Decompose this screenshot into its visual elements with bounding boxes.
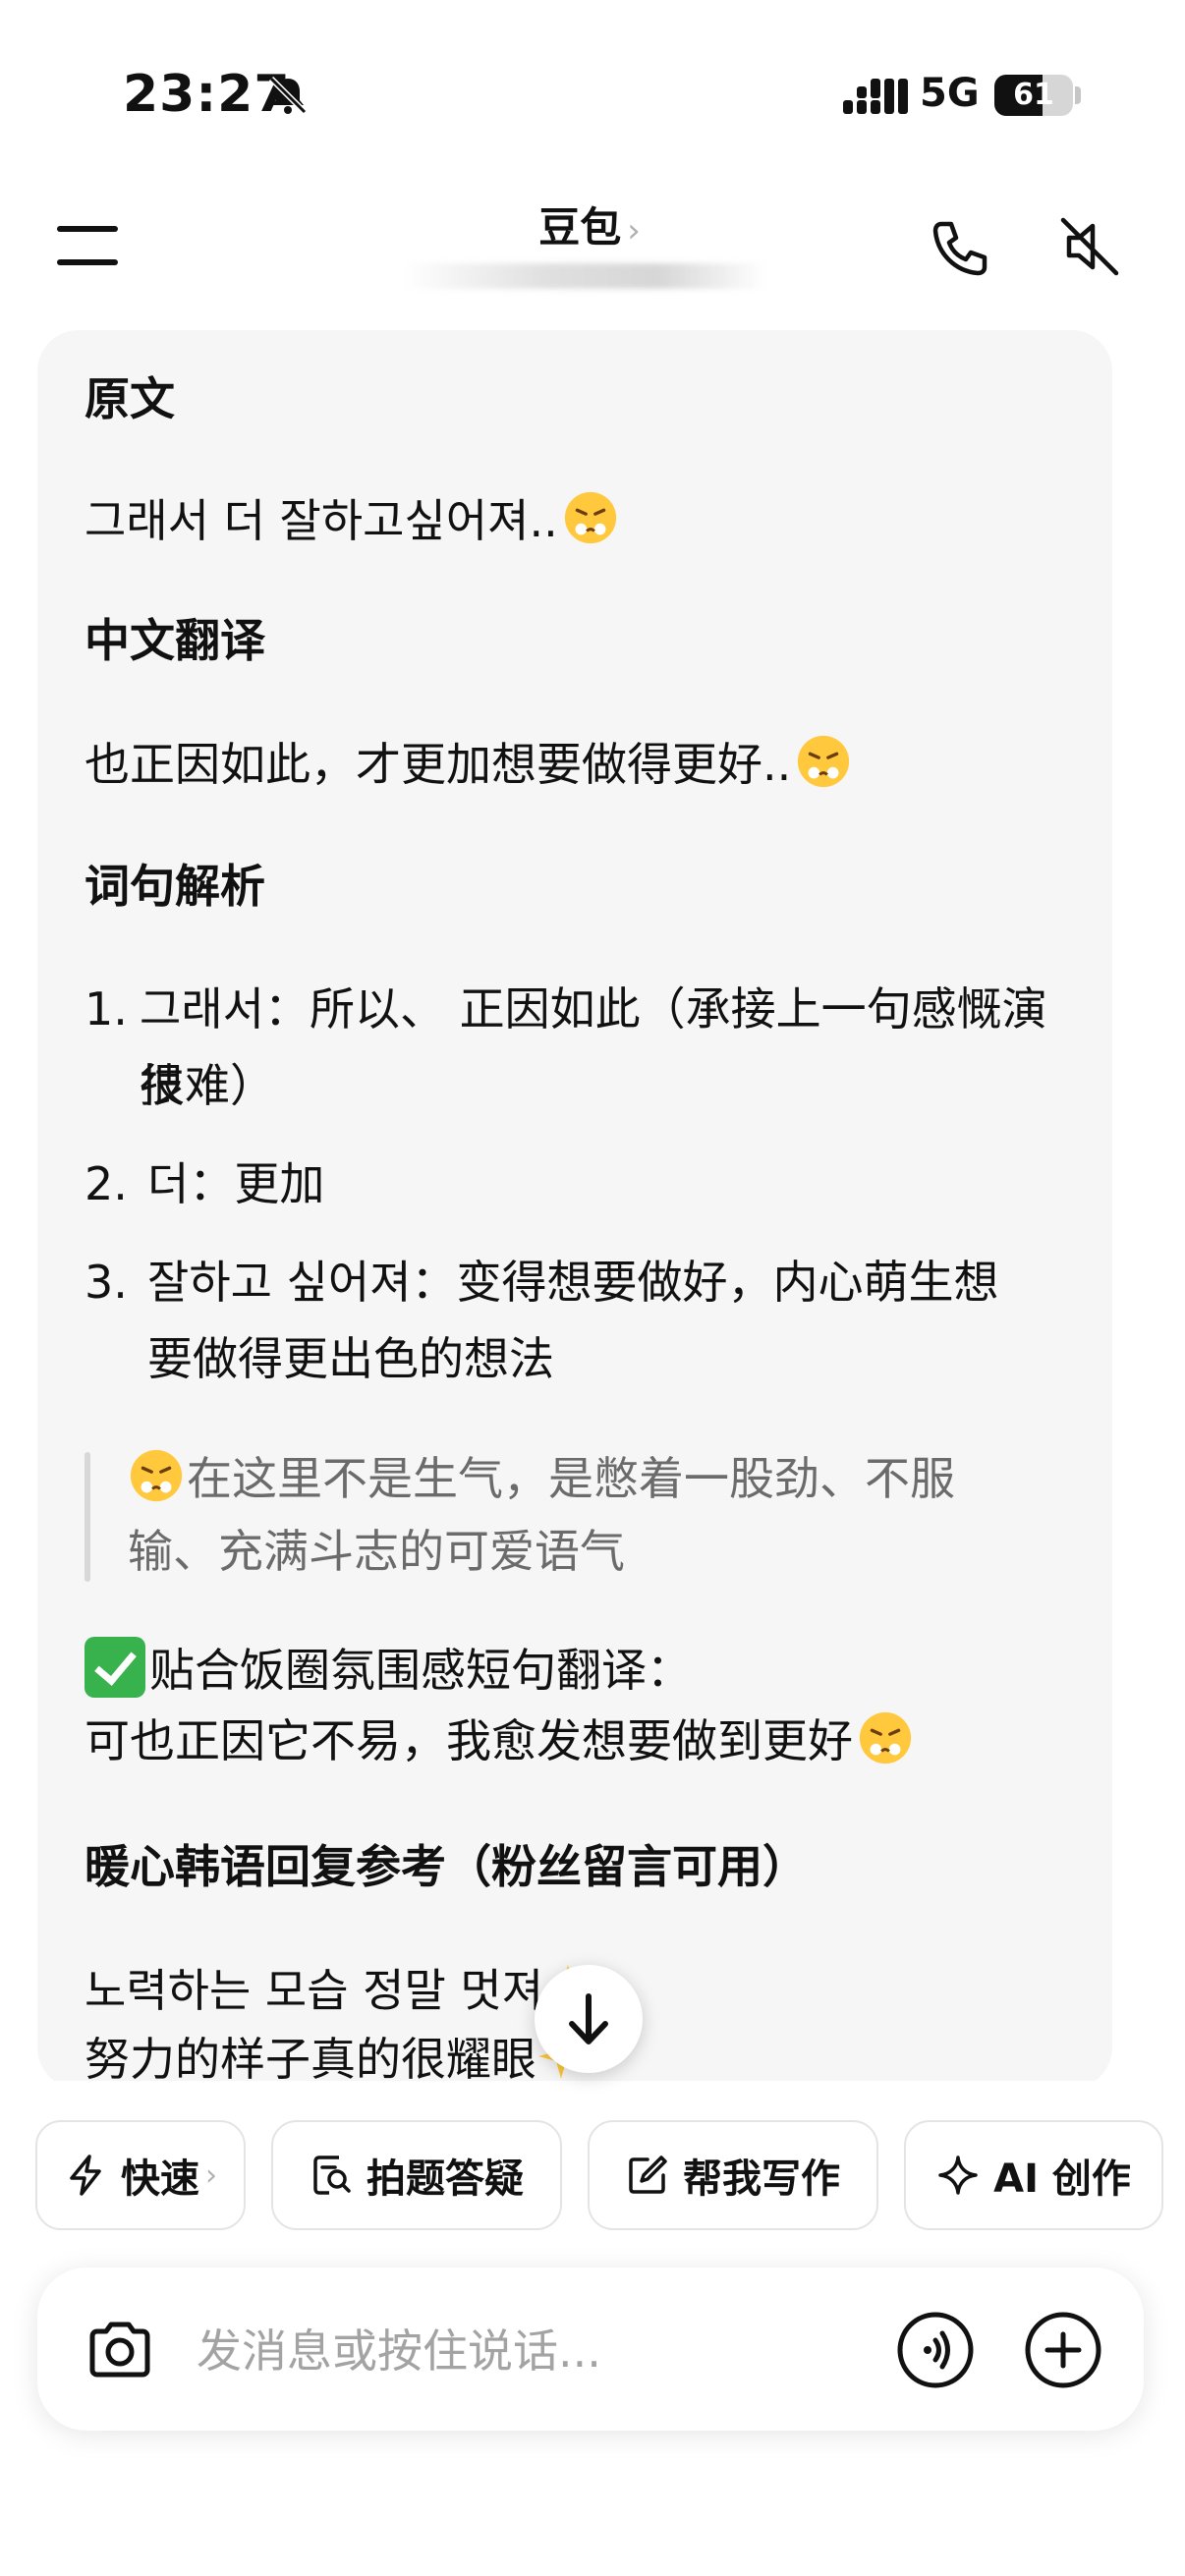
chip-label: 快速 [121, 2156, 199, 2202]
reply-chinese-line: 努力的样子真的很耀眼 [85, 2030, 586, 2089]
fan-heading-line: 贴合饭圈氛围感短句翻译： [85, 1637, 692, 1700]
list-item-number: 2. [85, 1157, 128, 1210]
signal-icon [843, 79, 908, 114]
fan-heading: 贴合饭圈氛围感短句翻译： [149, 1644, 692, 1697]
quote-line: 在这里不是生气，是憋着一股劲、不服 [128, 1442, 1071, 1515]
huffing-face-emoji-icon [798, 735, 850, 788]
bot-name: 豆包 [538, 203, 622, 252]
chip-label: 帮我写作 [683, 2156, 840, 2202]
assistant-message-card: 原文 그래서 더 잘하고싶어져.. 中文翻译 也正因如此，才更加想要做得更好..… [37, 330, 1112, 2089]
list-item-text: 要做得更出色的想法 [147, 1332, 554, 1385]
menu-icon[interactable] [57, 224, 118, 267]
battery-percent: 61 [1013, 78, 1054, 112]
huffing-face-emoji-icon [130, 1449, 183, 1502]
sparkle-icon [938, 2156, 978, 2195]
camera-icon[interactable] [83, 2313, 157, 2387]
chip-label: AI 创作 [993, 2156, 1131, 2202]
list-item-number: 1. [85, 982, 128, 1036]
fan-text: 可也正因它不易，我愈发想要做到更好 [85, 1714, 853, 1767]
message-input[interactable] [197, 2317, 884, 2385]
list-item-text: 더：更加 [147, 1157, 325, 1210]
translation-text-line: 也正因如此，才更加想要做得更好.. [85, 733, 852, 794]
arrow-down-icon [569, 1993, 608, 2044]
quote-text: 在这里不是生气，是憋着一股劲、不服 [187, 1452, 955, 1505]
scroll-to-bottom-button[interactable] [535, 1965, 643, 2073]
check-mark-icon [85, 1637, 145, 1698]
chip-fast-mode[interactable]: 快速 › [35, 2120, 246, 2230]
fan-text-line: 可也正因它不易，我愈发想要做到更好 [85, 1709, 914, 1770]
plus-icon[interactable] [1024, 2311, 1102, 2389]
voice-call-icon[interactable] [896, 2311, 975, 2389]
subtitle-blurred [403, 263, 766, 289]
list-item-number: 3. [85, 1256, 128, 1309]
battery-indicator: 61 [994, 75, 1073, 116]
chip-help-write[interactable]: 帮我写作 [588, 2120, 878, 2230]
edit-icon [629, 2156, 667, 2194]
reply-korean-line: 노력하는 모습 정말 멋져 [85, 1961, 592, 2020]
analysis-heading: 词句解析 [85, 860, 265, 913]
network-label: 5G [920, 71, 980, 116]
chip-ai-create[interactable]: AI 创作 [904, 2120, 1163, 2230]
quote-bar [85, 1452, 90, 1582]
reply-heading: 暖心韩语回复参考（粉丝留言可用） [85, 1840, 808, 1893]
reply-korean: 노력하는 모습 정말 멋져 [85, 1964, 544, 2017]
battery-tip [1075, 86, 1081, 104]
huffing-face-emoji-icon [859, 1711, 912, 1764]
original-text-line: 그래서 더 잘하고싶어져.. [85, 489, 619, 550]
message-input-bar [37, 2268, 1144, 2431]
list-item-text: 잘하고 싶어져：变得想要做好，内心萌生想 [147, 1256, 999, 1309]
original-text: 그래서 더 잘하고싶어져.. [85, 494, 558, 547]
lightning-icon [70, 2155, 101, 2196]
chip-photo-question[interactable]: 拍题答疑 [271, 2120, 562, 2230]
reply-chinese: 努力的样子真的很耀眼 [85, 2033, 536, 2086]
list-item-text: 很难） [140, 1059, 275, 1112]
content-divider [0, 2081, 1185, 2097]
speaker-mute-icon[interactable] [1057, 214, 1122, 279]
chevron-right-icon: › [205, 2157, 217, 2193]
quote-text: 输、充满斗志的可爱语气 [128, 1525, 625, 1578]
original-heading: 原文 [85, 372, 175, 425]
bell-muted-icon [268, 76, 308, 115]
phone-icon[interactable] [928, 216, 992, 281]
photo-search-icon [313, 2156, 351, 2195]
translation-heading: 中文翻译 [85, 614, 265, 667]
chip-label: 拍题答疑 [367, 2156, 524, 2202]
huffing-face-emoji-icon [564, 491, 616, 544]
chat-title[interactable]: 豆包 › [413, 195, 766, 254]
title-chevron-icon: › [627, 211, 641, 251]
translation-text: 也正因如此，才更加想要做得更好.. [85, 738, 792, 791]
